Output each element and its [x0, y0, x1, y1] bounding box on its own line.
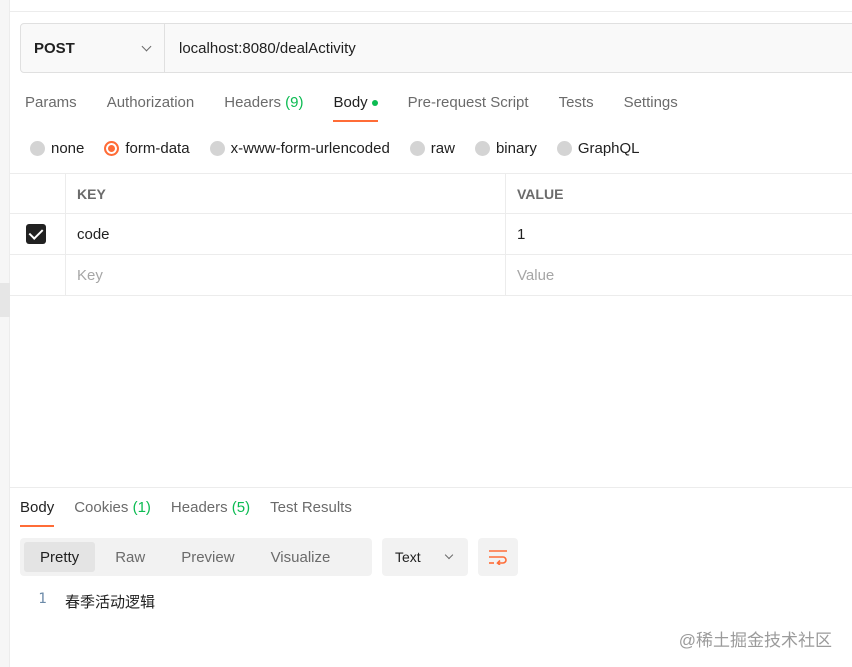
- request-tabs: Params Authorization Headers (9) Body Pr…: [25, 94, 708, 122]
- tab-label: Headers: [170, 499, 228, 516]
- radio-binary[interactable]: binary: [474, 140, 537, 157]
- chevron-down-icon: [444, 550, 454, 560]
- response-text: 春季活动逻辑: [65, 593, 156, 611]
- view-pretty[interactable]: Pretty: [24, 542, 96, 572]
- radio-dot: [104, 141, 120, 156]
- radio-dot: [30, 141, 45, 156]
- key-field[interactable]: code: [66, 214, 506, 254]
- tab-params[interactable]: Params: [25, 94, 77, 122]
- url-input[interactable]: localhost:8080/dealActivity: [165, 24, 356, 72]
- method-select[interactable]: POST: [21, 24, 165, 72]
- response-divider[interactable]: [10, 487, 852, 488]
- tab-settings[interactable]: Settings: [624, 94, 678, 122]
- radio-none[interactable]: none: [30, 140, 84, 157]
- tab-label: Params: [25, 94, 77, 111]
- row-check-cell: [10, 214, 66, 254]
- headers-count: (9): [285, 94, 304, 111]
- cookies-count: (1): [132, 499, 151, 516]
- radio-label: raw: [430, 140, 455, 157]
- radio-form-data[interactable]: form-data: [104, 140, 190, 157]
- tab-label: Body: [333, 94, 368, 111]
- view-preview[interactable]: Preview: [165, 542, 250, 572]
- radio-raw[interactable]: raw: [409, 140, 455, 157]
- row-check-cell: [10, 255, 66, 295]
- chevron-down-icon: [141, 41, 152, 51]
- tab-authorization[interactable]: Authorization: [107, 94, 195, 122]
- radio-graphql[interactable]: GraphQL: [556, 140, 640, 157]
- value-column-header: VALUE: [517, 185, 564, 202]
- method-label: POST: [34, 39, 75, 57]
- tab-body[interactable]: Body: [333, 94, 378, 122]
- watermark: @稀土掘金技术社区: [678, 631, 832, 650]
- left-sidebar-edge: [0, 0, 10, 667]
- request-bar: POST localhost:8080/dealActivity: [20, 23, 852, 73]
- wrap-lines-icon: [489, 550, 507, 565]
- value-field[interactable]: 1: [506, 214, 852, 254]
- response-tab-cookies[interactable]: Cookies (1): [74, 499, 151, 527]
- response-tab-test-results[interactable]: Test Results: [270, 499, 352, 527]
- response-headers-count: (5): [231, 499, 251, 516]
- tab-label: Settings: [623, 94, 678, 111]
- view-visualize[interactable]: Visualize: [255, 542, 347, 572]
- view-raw[interactable]: Raw: [99, 542, 161, 572]
- tab-label: Pre-request Script: [407, 94, 529, 111]
- body-type-radios: none form-data x-www-form-urlencoded raw…: [30, 140, 660, 157]
- top-divider: [10, 11, 852, 12]
- tab-label: Body: [20, 499, 55, 516]
- radio-label: none: [51, 140, 85, 157]
- radio-dot: [474, 141, 490, 156]
- wrap-lines-button[interactable]: [478, 538, 518, 576]
- radio-dot: [409, 141, 425, 156]
- response-format-select[interactable]: Text: [382, 538, 468, 576]
- response-tabs: Body Cookies (1) Headers (5) Test Result…: [20, 499, 372, 527]
- new-key-field[interactable]: Key: [66, 255, 506, 295]
- tab-label: Authorization: [106, 94, 195, 111]
- sidebar-marker: [0, 283, 10, 317]
- key-column-header: KEY: [66, 174, 506, 213]
- form-data-table: KEY VALUE code 1 Key Value: [10, 173, 852, 296]
- table-header-row: KEY VALUE: [10, 173, 852, 214]
- response-body-line: 1 春季活动逻辑: [20, 591, 155, 612]
- radio-label: GraphQL: [577, 140, 640, 157]
- tab-headers[interactable]: Headers (9): [224, 94, 303, 122]
- header-check-cell: [10, 174, 66, 213]
- tab-pre-request-script[interactable]: Pre-request Script: [408, 94, 529, 122]
- radio-dot: [209, 141, 225, 156]
- row-enabled-checkbox[interactable]: [25, 224, 46, 244]
- table-row-empty: Key Value: [10, 255, 852, 296]
- response-tab-headers[interactable]: Headers (5): [171, 499, 250, 527]
- tab-label: Cookies: [74, 499, 129, 516]
- radio-x-www-form-urlencoded[interactable]: x-www-form-urlencoded: [209, 140, 390, 157]
- response-tab-body[interactable]: Body: [20, 499, 55, 527]
- table-row: code 1: [10, 214, 852, 255]
- body-indicator-dot: [371, 100, 378, 107]
- radio-label: form-data: [125, 140, 190, 157]
- tab-label: Tests: [558, 94, 594, 111]
- radio-dot: [556, 141, 572, 156]
- radio-label: x-www-form-urlencoded: [230, 140, 390, 157]
- line-number: 1: [38, 591, 47, 607]
- tab-label: Headers: [224, 94, 281, 111]
- tab-label: Test Results: [270, 499, 352, 516]
- radio-label: binary: [495, 140, 537, 157]
- new-value-field[interactable]: Value: [506, 255, 852, 295]
- format-label: Text: [395, 549, 421, 565]
- tab-tests[interactable]: Tests: [559, 94, 594, 122]
- response-view-switcher: Pretty Raw Preview Visualize: [20, 538, 372, 576]
